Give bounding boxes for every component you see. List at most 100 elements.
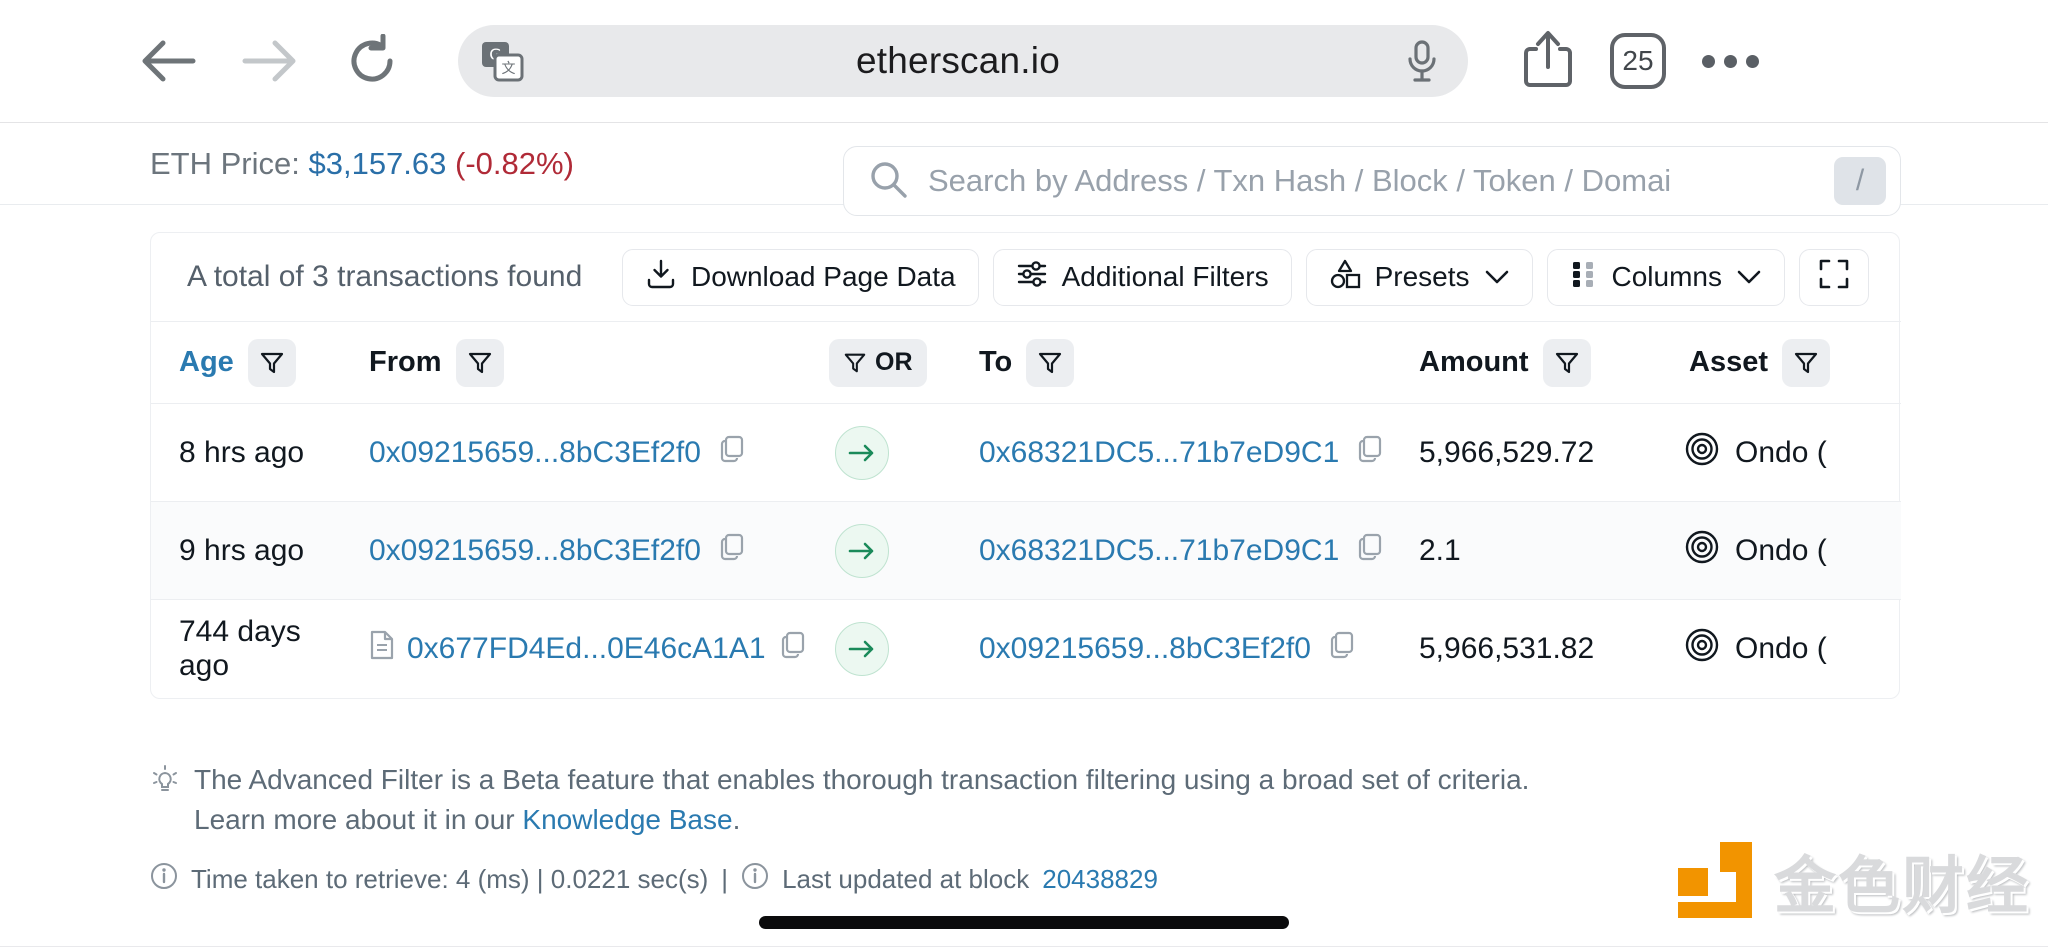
copy-icon[interactable] [1355,532,1385,570]
cell-age: 744 days ago [151,599,341,698]
eth-price-value[interactable]: $3,157.63 [308,146,446,181]
cell-direction [801,501,951,600]
columns-button[interactable]: Columns [1546,248,1785,306]
column-label-asset: Asset [1689,346,1768,378]
ondo-token-icon [1685,432,1719,474]
column-header-or[interactable]: OR [801,321,951,404]
table-toolbar: A total of 3 transactions found Download… [151,233,1899,321]
cell-direction [801,599,951,698]
or-label: OR [875,348,913,376]
url-text: etherscan.io [856,40,1060,81]
eth-price-delta: (-0.82%) [455,145,574,181]
direction-out-icon [835,425,889,480]
cell-from: 0x677FD4Ed...0E46cA1A1 [341,599,804,698]
table-body: 8 hrs ago 0x09215659...8bC3Ef2f0 0x68321… [151,403,1901,698]
additional-filters-button[interactable]: Additional Filters [992,248,1292,306]
home-indicator[interactable] [759,916,1289,929]
asset-name[interactable]: Ondo ( [1735,436,1827,470]
share-button[interactable] [1522,29,1574,94]
reload-button[interactable] [334,23,410,99]
beta-feature-note: The Advanced Filter is a Beta feature th… [150,760,1600,840]
lightbulb-icon [150,764,180,840]
chevron-down-icon [1484,261,1510,293]
table-header-row: Age From OR To Amount Asset [151,321,1901,404]
cell-from: 0x09215659...8bC3Ef2f0 [341,403,801,502]
copy-icon[interactable] [1355,434,1385,472]
cell-asset: Ondo ( [1661,403,1901,502]
copy-icon[interactable] [778,630,808,668]
cell-asset: Ondo ( [1661,501,1901,600]
address-bar[interactable]: G 文 etherscan.io [458,25,1468,97]
copy-icon[interactable] [717,532,747,570]
cell-age: 9 hrs ago [151,501,341,600]
column-label-from: From [369,346,442,378]
block-number-link[interactable]: 20438829 [1042,864,1158,895]
column-label-amount: Amount [1419,346,1529,378]
copy-icon[interactable] [717,434,747,472]
columns-label: Columns [1611,261,1722,292]
to-address-link[interactable]: 0x09215659...8bC3Ef2f0 [979,632,1311,666]
cell-direction [801,403,951,502]
ondo-token-icon [1685,628,1719,670]
forward-arrow-icon [241,39,299,83]
presets-button[interactable]: Presets [1305,248,1533,306]
cell-from: 0x09215659...8bC3Ef2f0 [341,501,801,600]
total-transactions-text: A total of 3 transactions found [187,260,583,293]
cell-asset: Ondo ( [1661,599,1901,698]
asset-name[interactable]: Ondo ( [1735,632,1827,666]
tab-count-button[interactable]: 25 [1610,33,1666,89]
back-arrow-icon [139,39,197,83]
knowledge-base-link[interactable]: Knowledge Base [522,804,732,835]
table-head: Age From OR To Amount Asset [151,321,1901,404]
copy-icon[interactable] [1327,630,1357,668]
amount-text: 5,966,531.82 [1419,631,1595,665]
column-header-from[interactable]: From [341,321,801,404]
from-address-link[interactable]: 0x09215659...8bC3Ef2f0 [369,436,701,470]
search-icon [868,159,908,204]
site-search[interactable]: Search by Address / Txn Hash / Block / T… [843,146,1901,216]
columns-grid-icon [1570,258,1598,297]
asset-name[interactable]: Ondo ( [1735,534,1827,568]
to-address-link[interactable]: 0x68321DC5...71b7eD9C1 [979,534,1339,568]
browser-toolbar: G 文 etherscan.io 25 [0,0,2048,123]
search-input[interactable]: Search by Address / Txn Hash / Block / T… [928,163,1834,199]
filter-icon-asset[interactable] [1782,338,1830,387]
transactions-card: A total of 3 transactions found Download… [150,232,1901,699]
microphone-icon[interactable] [1402,38,1442,84]
download-page-data-label: Download Page Data [690,261,956,292]
from-address-link[interactable]: 0x677FD4Ed...0E46cA1A1 [407,632,766,666]
age-text: 8 hrs ago [179,435,305,469]
back-button[interactable] [130,23,206,99]
table-row: 9 hrs ago 0x09215659...8bC3Ef2f0 0x68321… [151,501,1901,600]
screen: G 文 etherscan.io 25 ETH Price: $3,157.63… [0,0,2048,947]
info-icon-time [150,862,178,897]
column-header-to[interactable]: To [951,321,1391,404]
filter-icon-amount[interactable] [1542,338,1591,387]
download-page-data-button[interactable]: Download Page Data [621,248,979,306]
column-header-asset[interactable]: Asset [1661,321,1901,404]
column-header-amount[interactable]: Amount [1391,321,1661,404]
forward-button[interactable] [232,23,308,99]
eth-price-label: ETH Price: [150,145,300,181]
more-options-icon[interactable] [1702,54,1759,68]
filter-icon-age[interactable] [247,338,296,387]
from-address-link[interactable]: 0x09215659...8bC3Ef2f0 [369,534,701,568]
age-text: 9 hrs ago [179,533,305,567]
column-label-to: To [979,346,1013,378]
or-filter-toggle[interactable]: OR [829,338,927,387]
filter-icon-to[interactable] [1026,338,1075,387]
transactions-table: Age From OR To Amount Asset 8 hrs ago 0x… [151,321,1901,698]
beta-note-text-wrap: The Advanced Filter is a Beta feature th… [194,760,1600,840]
download-icon [645,258,677,297]
cell-amount: 2.1 [1391,501,1661,600]
filter-icon-from[interactable] [455,338,504,387]
to-address-link[interactable]: 0x68321DC5...71b7eD9C1 [979,436,1339,470]
cell-to: 0x68321DC5...71b7eD9C1 [951,403,1391,502]
amount-text: 5,966,529.72 [1419,435,1595,469]
column-label-age: Age [179,346,234,378]
expand-icon [1818,258,1850,297]
fullscreen-button[interactable] [1799,248,1869,306]
cell-to: 0x09215659...8bC3Ef2f0 [951,599,1391,698]
column-header-age[interactable]: Age [151,321,341,404]
time-taken-text: Time taken to retrieve: 4 (ms) | 0.0221 … [191,864,709,894]
